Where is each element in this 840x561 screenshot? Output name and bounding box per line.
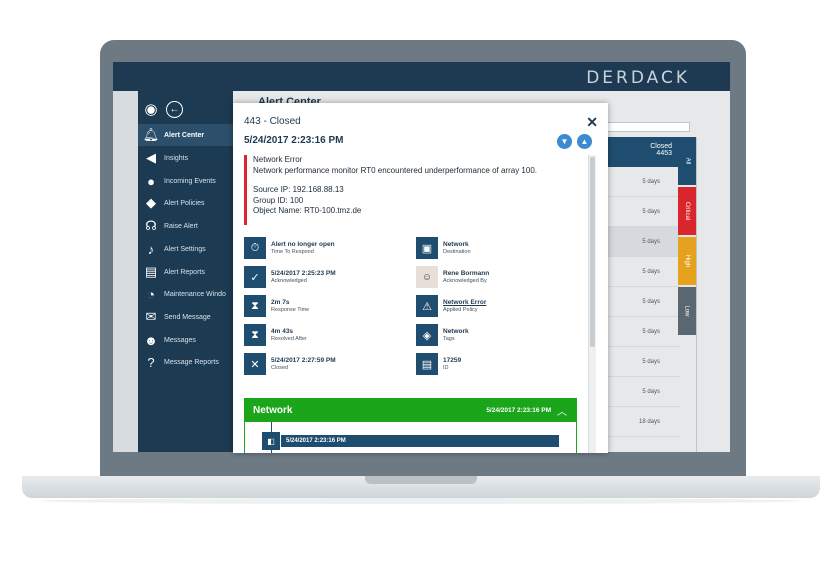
laptop-notch — [365, 476, 477, 484]
brand-logo: DERDACK — [586, 68, 690, 88]
close-x-icon: ✕ — [244, 353, 266, 375]
headset-icon: ☊ — [145, 218, 157, 233]
user-badge-icon: ▣ — [416, 237, 438, 259]
music-icon: ♪ — [147, 241, 155, 257]
tab-all[interactable]: All — [678, 137, 696, 185]
sidebar-item-message-reports[interactable]: ? Message Reports — [138, 351, 233, 373]
network-section-header[interactable]: Network 5/24/2017 2:23:16 PM ︿ — [244, 398, 577, 422]
detail-acknowledged-by: ☺ Rene Bormann Acknowledged By — [416, 266, 489, 288]
message-source-ip: Source IP: 192.168.88.13 — [253, 185, 344, 194]
modal-title: 443 - Closed — [244, 116, 301, 127]
envelope-icon: ✉ — [145, 309, 157, 324]
sidebar-item-incoming-events[interactable]: ● Incoming Events — [138, 170, 233, 192]
detail-resolved-after: ⧗ 4m 43s Resolved After — [244, 324, 307, 346]
sidebar-rail — [113, 91, 138, 452]
applied-policy-link[interactable]: Network Error — [443, 299, 486, 306]
close-icon[interactable]: ✕ — [586, 114, 598, 131]
person-photo-icon: ☺ — [416, 266, 438, 288]
detail-tags: ◈ Network Tags — [416, 324, 469, 346]
sidebar-header: ◉ ← — [138, 96, 233, 122]
network-section-time: 5/24/2017 2:23:16 PM — [486, 406, 551, 414]
message-subject: Network Error — [253, 155, 303, 164]
sidebar-item-alert-reports[interactable]: ▤ Alert Reports — [138, 261, 233, 283]
shield-icon: ◆ — [146, 195, 156, 210]
sidebar-item-raise-alert[interactable]: ☊ Raise Alert — [138, 215, 233, 237]
timeline-entry[interactable]: 5/24/2017 2:23:16 PM — [281, 435, 559, 447]
sidebar-item-maintenance-windows[interactable]: ◔ Maintenance Windo — [138, 283, 233, 305]
stopwatch-icon: ⏱︎ — [244, 237, 266, 259]
chevron-up-icon[interactable]: ▲ — [577, 134, 592, 149]
detail-destination: ▣ Network Destination — [416, 237, 471, 259]
detail-applied-policy: ⚠ Network Error Applied Policy — [416, 295, 486, 317]
help-icon: ? — [147, 354, 155, 370]
alert-date: 5/24/2017 2:23:16 PM — [244, 135, 344, 146]
tab-high[interactable]: High — [678, 237, 696, 285]
divider — [696, 137, 697, 452]
message-object-name: Object Name: RT0-100.tmz.de — [253, 206, 362, 215]
chevron-up-icon[interactable]: ︿ — [557, 403, 567, 418]
detail-time-to-respond: ⏱︎ Alert no longer open Time To Respond — [244, 237, 335, 259]
bell-icon: 🔔︎ — [142, 127, 160, 142]
hourglass-icon: ⧗ — [244, 324, 266, 346]
top-bar: DERDACK — [113, 62, 730, 91]
laptop-shadow — [40, 498, 802, 504]
app-logo-icon: ◉ — [144, 101, 158, 118]
tag-icon: ◈ — [416, 324, 438, 346]
avatar-icon: ☻ — [144, 332, 158, 348]
modal-scrollbar[interactable] — [588, 155, 596, 453]
tab-critical[interactable]: Critical — [678, 187, 696, 235]
sidebar-item-insights[interactable]: ◀ Insights — [138, 147, 233, 169]
alert-detail-modal: 443 - Closed ✕ 5/24/2017 2:23:16 PM ▼ ▲ … — [233, 103, 608, 453]
alert-message: Network Error Network performance monito… — [244, 155, 574, 225]
back-arrow-icon[interactable]: ← — [166, 100, 183, 118]
policy-icon: ⚠ — [416, 295, 438, 317]
chevron-down-icon[interactable]: ▼ — [557, 134, 572, 149]
sidebar-item-send-message[interactable]: ✉ Send Message — [138, 306, 233, 328]
document-icon: ▤ — [416, 353, 438, 375]
checkmark-icon: ✓ — [244, 266, 266, 288]
detail-response-time: ⧗ 2m 7s Response Time — [244, 295, 309, 317]
severity-tabs: All Critical High Low — [678, 137, 696, 452]
sidebar-item-alert-policies[interactable]: ◆ Alert Policies — [138, 192, 233, 214]
pie-chart-icon: ◔ — [147, 286, 155, 302]
detail-closed: ✕ 5/24/2017 2:27:59 PM Closed — [244, 353, 336, 375]
users-icon: ● — [147, 173, 155, 189]
megaphone-icon: ◀ — [146, 150, 156, 165]
detail-acknowledged: ✓ 5/24/2017 2:25:23 PM Acknowledged — [244, 266, 336, 288]
detail-id: ▤ 17259 ID — [416, 353, 461, 375]
sidebar-item-alert-center[interactable]: 🔔︎ Alert Center — [138, 124, 233, 146]
sidebar: ◉ ← 🔔︎ Alert Center ◀ Insights ● Incomin… — [138, 91, 233, 452]
message-body: Network performance monitor RT0 encounte… — [253, 165, 537, 175]
notification-sent-icon: ◧ — [262, 432, 280, 450]
sidebar-item-alert-settings[interactable]: ♪ Alert Settings — [138, 238, 233, 260]
scroll-thumb[interactable] — [590, 157, 595, 347]
tab-low[interactable]: Low — [678, 287, 696, 335]
document-icon: ▤ — [144, 264, 158, 279]
sidebar-item-messages[interactable]: ☻ Messages — [138, 329, 233, 351]
hourglass-icon: ⧗ — [244, 295, 266, 317]
message-group-id: Group ID: 100 — [253, 195, 304, 205]
network-section-title: Network — [253, 404, 293, 416]
